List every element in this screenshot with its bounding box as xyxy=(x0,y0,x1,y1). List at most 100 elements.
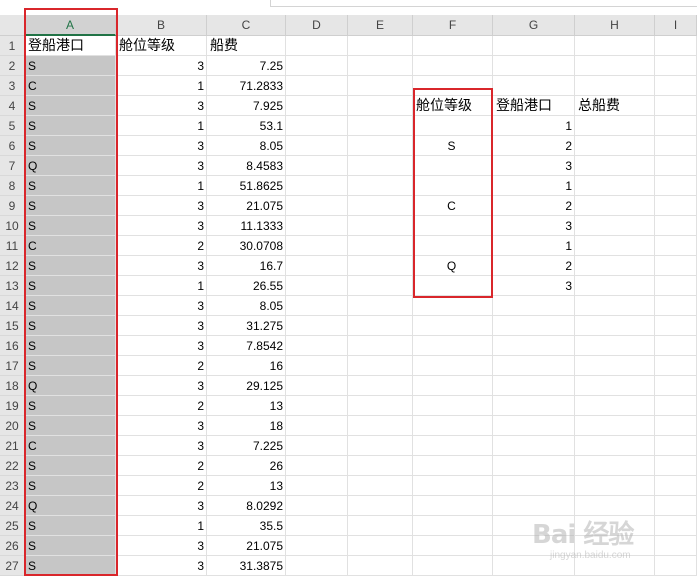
formula-bar[interactable] xyxy=(270,0,697,7)
cell-c17[interactable]: 16 xyxy=(207,356,286,376)
row-header-23[interactable]: 23 xyxy=(0,476,25,496)
column-header-g[interactable]: G xyxy=(493,15,575,36)
pivot-level-g11[interactable]: 1 xyxy=(493,236,575,256)
column-header-d[interactable]: D xyxy=(286,15,348,36)
pivot-level-g8[interactable]: 1 xyxy=(493,176,575,196)
row-header-15[interactable]: 15 xyxy=(0,316,25,336)
row-header-4[interactable]: 4 xyxy=(0,96,25,116)
pivot-level-g7[interactable]: 3 xyxy=(493,156,575,176)
cell-b27[interactable]: 3 xyxy=(116,556,207,576)
row-header-13[interactable]: 13 xyxy=(0,276,25,296)
cell-c4[interactable]: 7.925 xyxy=(207,96,286,116)
cell-c9[interactable]: 21.075 xyxy=(207,196,286,216)
column-header-i[interactable]: I xyxy=(655,15,697,36)
cell-c15[interactable]: 31.275 xyxy=(207,316,286,336)
cell-c7[interactable]: 8.4583 xyxy=(207,156,286,176)
select-all-corner[interactable] xyxy=(0,15,25,36)
row-header-24[interactable]: 24 xyxy=(0,496,25,516)
row-header-9[interactable]: 9 xyxy=(0,196,25,216)
column-header-b[interactable]: B xyxy=(116,15,207,36)
pivot-header-g4[interactable]: 登船港口 xyxy=(493,96,575,116)
cell-b19[interactable]: 2 xyxy=(116,396,207,416)
cell-c13[interactable]: 26.55 xyxy=(207,276,286,296)
row-header-21[interactable]: 21 xyxy=(0,436,25,456)
cell-c16[interactable]: 7.8542 xyxy=(207,336,286,356)
cell-b6[interactable]: 3 xyxy=(116,136,207,156)
cell-b10[interactable]: 3 xyxy=(116,216,207,236)
pivot-level-g12[interactable]: 2 xyxy=(493,256,575,276)
cell-c8[interactable]: 51.8625 xyxy=(207,176,286,196)
row-header-18[interactable]: 18 xyxy=(0,376,25,396)
row-header-22[interactable]: 22 xyxy=(0,456,25,476)
pivot-level-g5[interactable]: 1 xyxy=(493,116,575,136)
column-header-h[interactable]: H xyxy=(575,15,655,36)
cell-c27[interactable]: 31.3875 xyxy=(207,556,286,576)
cell-b17[interactable]: 2 xyxy=(116,356,207,376)
row-header-27[interactable]: 27 xyxy=(0,556,25,576)
cell-b26[interactable]: 3 xyxy=(116,536,207,556)
row-header-26[interactable]: 26 xyxy=(0,536,25,556)
cell-b2[interactable]: 3 xyxy=(116,56,207,76)
header-cell-b1[interactable]: 舱位等级 xyxy=(116,36,207,56)
cell-c14[interactable]: 8.05 xyxy=(207,296,286,316)
cell-b14[interactable]: 3 xyxy=(116,296,207,316)
column-header-e[interactable]: E xyxy=(348,15,413,36)
cell-b7[interactable]: 3 xyxy=(116,156,207,176)
cell-b22[interactable]: 2 xyxy=(116,456,207,476)
column-header-f[interactable]: F xyxy=(413,15,493,36)
cell-c19[interactable]: 13 xyxy=(207,396,286,416)
cell-b5[interactable]: 1 xyxy=(116,116,207,136)
row-header-5[interactable]: 5 xyxy=(0,116,25,136)
cell-b18[interactable]: 3 xyxy=(116,376,207,396)
pivot-header-h4[interactable]: 总船费 xyxy=(575,96,655,116)
row-header-14[interactable]: 14 xyxy=(0,296,25,316)
cell-b11[interactable]: 2 xyxy=(116,236,207,256)
pivot-level-g9[interactable]: 2 xyxy=(493,196,575,216)
cell-b15[interactable]: 3 xyxy=(116,316,207,336)
cell-b13[interactable]: 1 xyxy=(116,276,207,296)
cell-b8[interactable]: 1 xyxy=(116,176,207,196)
cell-b9[interactable]: 3 xyxy=(116,196,207,216)
row-header-3[interactable]: 3 xyxy=(0,76,25,96)
cell-b25[interactable]: 1 xyxy=(116,516,207,536)
cell-c22[interactable]: 26 xyxy=(207,456,286,476)
row-header-8[interactable]: 8 xyxy=(0,176,25,196)
row-header-16[interactable]: 16 xyxy=(0,336,25,356)
row-header-2[interactable]: 2 xyxy=(0,56,25,76)
row-header-6[interactable]: 6 xyxy=(0,136,25,156)
cell-c3[interactable]: 71.2833 xyxy=(207,76,286,96)
cell-b3[interactable]: 1 xyxy=(116,76,207,96)
cell-c6[interactable]: 8.05 xyxy=(207,136,286,156)
pivot-level-g6[interactable]: 2 xyxy=(493,136,575,156)
cell-c5[interactable]: 53.1 xyxy=(207,116,286,136)
cell-c10[interactable]: 11.1333 xyxy=(207,216,286,236)
column-header-c[interactable]: C xyxy=(207,15,286,36)
cell-c12[interactable]: 16.7 xyxy=(207,256,286,276)
row-header-25[interactable]: 25 xyxy=(0,516,25,536)
row-header-1[interactable]: 1 xyxy=(0,36,25,56)
cell-b16[interactable]: 3 xyxy=(116,336,207,356)
cell-b24[interactable]: 3 xyxy=(116,496,207,516)
row-header-11[interactable]: 11 xyxy=(0,236,25,256)
cell-b12[interactable]: 3 xyxy=(116,256,207,276)
row-header-12[interactable]: 12 xyxy=(0,256,25,276)
cell-c23[interactable]: 13 xyxy=(207,476,286,496)
cell-b4[interactable]: 3 xyxy=(116,96,207,116)
cell-c24[interactable]: 8.0292 xyxy=(207,496,286,516)
pivot-level-g13[interactable]: 3 xyxy=(493,276,575,296)
cell-c20[interactable]: 18 xyxy=(207,416,286,436)
row-header-17[interactable]: 17 xyxy=(0,356,25,376)
row-header-10[interactable]: 10 xyxy=(0,216,25,236)
cell-c26[interactable]: 21.075 xyxy=(207,536,286,556)
cell-c18[interactable]: 29.125 xyxy=(207,376,286,396)
header-cell-c1[interactable]: 船费 xyxy=(207,36,286,56)
cell-b23[interactable]: 2 xyxy=(116,476,207,496)
pivot-level-g10[interactable]: 3 xyxy=(493,216,575,236)
cell-c21[interactable]: 7.225 xyxy=(207,436,286,456)
row-header-19[interactable]: 19 xyxy=(0,396,25,416)
row-header-7[interactable]: 7 xyxy=(0,156,25,176)
cell-c2[interactable]: 7.25 xyxy=(207,56,286,76)
cell-b21[interactable]: 3 xyxy=(116,436,207,456)
row-header-20[interactable]: 20 xyxy=(0,416,25,436)
cell-c11[interactable]: 30.0708 xyxy=(207,236,286,256)
